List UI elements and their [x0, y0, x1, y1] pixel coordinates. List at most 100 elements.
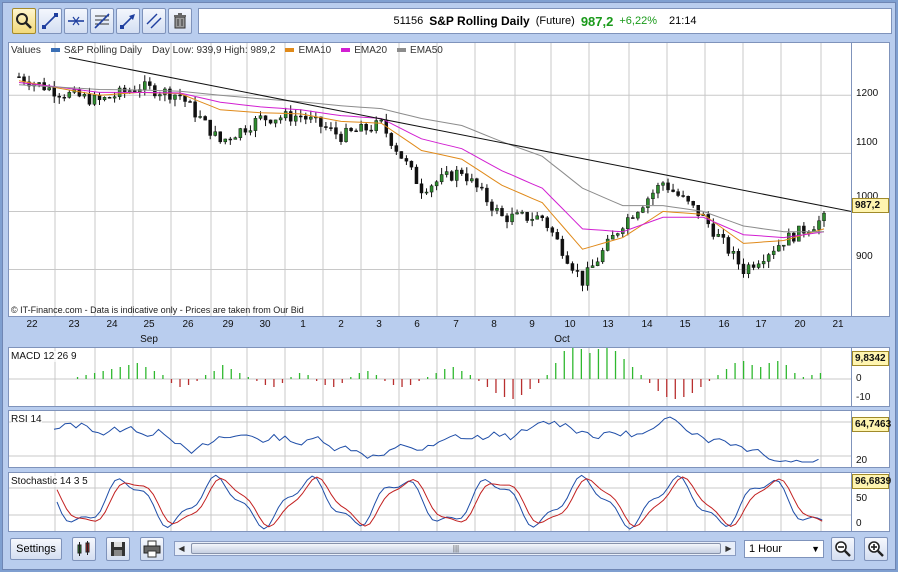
candle-body	[691, 201, 695, 206]
candle-body	[148, 81, 152, 86]
instrument-code: 51156	[393, 15, 424, 27]
price-chart	[9, 43, 851, 316]
date-tick: 6	[414, 319, 420, 330]
parallel-line-tool-button[interactable]	[142, 8, 166, 34]
stochastic-k-line	[56, 474, 823, 530]
stochastic-label: Stochastic 14 3 5	[11, 476, 88, 487]
macd-histogram	[9, 348, 851, 406]
rsi-y-axis: 64,7463 20	[852, 410, 891, 468]
candle-body	[500, 208, 504, 217]
candle-body	[535, 215, 539, 220]
candle-body	[731, 251, 736, 254]
data-disclaimer: © IT-Finance.com - Data is indicative on…	[11, 305, 304, 315]
save-button[interactable]	[106, 537, 130, 561]
candle-body	[595, 261, 600, 266]
candle-body	[429, 185, 434, 193]
trend-line	[68, 57, 851, 212]
stochastic-value-tag: 96,6839	[852, 474, 891, 489]
candle-body	[243, 128, 248, 133]
horizontal-scrollbar[interactable]: ◀ ||| ▶	[174, 541, 736, 556]
candle-body	[334, 127, 338, 135]
candle-body	[354, 130, 358, 133]
candle-body	[485, 187, 489, 203]
instrument-title-bar: 51156 S&P Rolling Daily (Future) 987,2 +…	[198, 8, 892, 34]
candle-body	[686, 196, 690, 202]
date-tick: 2	[338, 319, 344, 330]
candle-body	[782, 244, 786, 247]
draw-line-tool-button[interactable]	[38, 8, 62, 34]
candle-body	[62, 96, 67, 99]
candle-body	[822, 212, 826, 222]
candle-body	[460, 169, 464, 174]
parallel-icon	[146, 13, 162, 29]
trash-icon	[174, 13, 186, 29]
zoom-out-icon	[835, 541, 851, 557]
stochastic-panel[interactable]: Stochastic 14 3 5	[8, 472, 852, 532]
scrollbar-thumb[interactable]: |||	[191, 543, 721, 554]
candle-body	[651, 192, 655, 200]
macd-tick-minus10: -10	[856, 392, 871, 403]
candle-body	[183, 95, 187, 102]
candle-body	[736, 251, 741, 265]
candle-body	[248, 130, 253, 133]
macd-tick-0: 0	[856, 373, 862, 384]
stochastic-tick-0: 0	[856, 518, 862, 529]
candle-body	[364, 124, 368, 131]
candle-body	[213, 131, 217, 136]
candle-body	[223, 138, 228, 143]
date-tick: 17	[755, 319, 767, 330]
candle-body	[198, 116, 202, 118]
price-chart-panel[interactable]: Values S&P Rolling Daily Day Low: 939,9 …	[8, 42, 852, 317]
candle-body	[278, 117, 283, 121]
scroll-right-icon[interactable]: ▶	[722, 542, 735, 555]
candle-body	[741, 263, 746, 274]
rsi-panel[interactable]: RSI 14	[8, 410, 852, 468]
candle-body	[444, 171, 449, 175]
candle-body	[173, 94, 177, 100]
candle-body	[409, 160, 414, 168]
stochastic-tick-50: 50	[856, 493, 868, 504]
candle-body	[726, 237, 731, 254]
chart-type-button[interactable]	[72, 537, 96, 561]
arrow-line-tool-button[interactable]	[116, 8, 140, 34]
date-tick: 13	[602, 319, 614, 330]
legend-day-range: Day Low: 939,9 High: 989,2	[152, 45, 276, 56]
scroll-left-icon[interactable]: ◀	[175, 542, 188, 555]
interval-select[interactable]: 1 Hour ▼	[744, 540, 824, 558]
candle-body	[404, 158, 409, 162]
candle-body	[309, 116, 313, 120]
instrument-name: S&P Rolling Daily	[429, 14, 530, 28]
delete-tool-button[interactable]	[168, 8, 192, 34]
candle-body	[771, 250, 776, 255]
candle-body	[525, 212, 529, 221]
print-button[interactable]	[140, 537, 164, 561]
rsi-series-line	[53, 416, 819, 463]
settings-button[interactable]: Settings	[10, 538, 62, 560]
zoom-tool-button[interactable]	[12, 8, 36, 34]
candle-body	[67, 92, 72, 98]
candle-body	[580, 270, 585, 286]
candle-body	[238, 128, 243, 138]
fibonacci-tool-button[interactable]	[90, 8, 114, 34]
instrument-type: (Future)	[535, 15, 575, 27]
macd-label: MACD 12 26 9	[11, 351, 77, 362]
rsi-tick-20: 20	[856, 455, 868, 466]
candle-body	[515, 212, 519, 215]
macd-panel[interactable]: MACD 12 26 9	[8, 347, 852, 407]
date-tick: 1	[300, 319, 306, 330]
candle-body	[626, 217, 630, 229]
candle-body	[258, 115, 263, 119]
price-y-axis: 1200 1100 1000 900 987,2	[852, 42, 890, 317]
candle-body	[359, 124, 363, 132]
legend-ema20: EMA20	[341, 45, 387, 56]
candle-body	[299, 115, 303, 118]
legend-values-label: Values	[11, 45, 41, 56]
candle-body	[676, 191, 680, 196]
horizontal-line-tool-button[interactable]	[64, 8, 88, 34]
candle-body	[797, 225, 801, 242]
zoom-in-button[interactable]	[864, 537, 888, 561]
zoom-out-button[interactable]	[831, 537, 855, 561]
candle-body	[470, 178, 474, 182]
candle-body	[77, 89, 82, 97]
candle-body	[37, 82, 41, 84]
